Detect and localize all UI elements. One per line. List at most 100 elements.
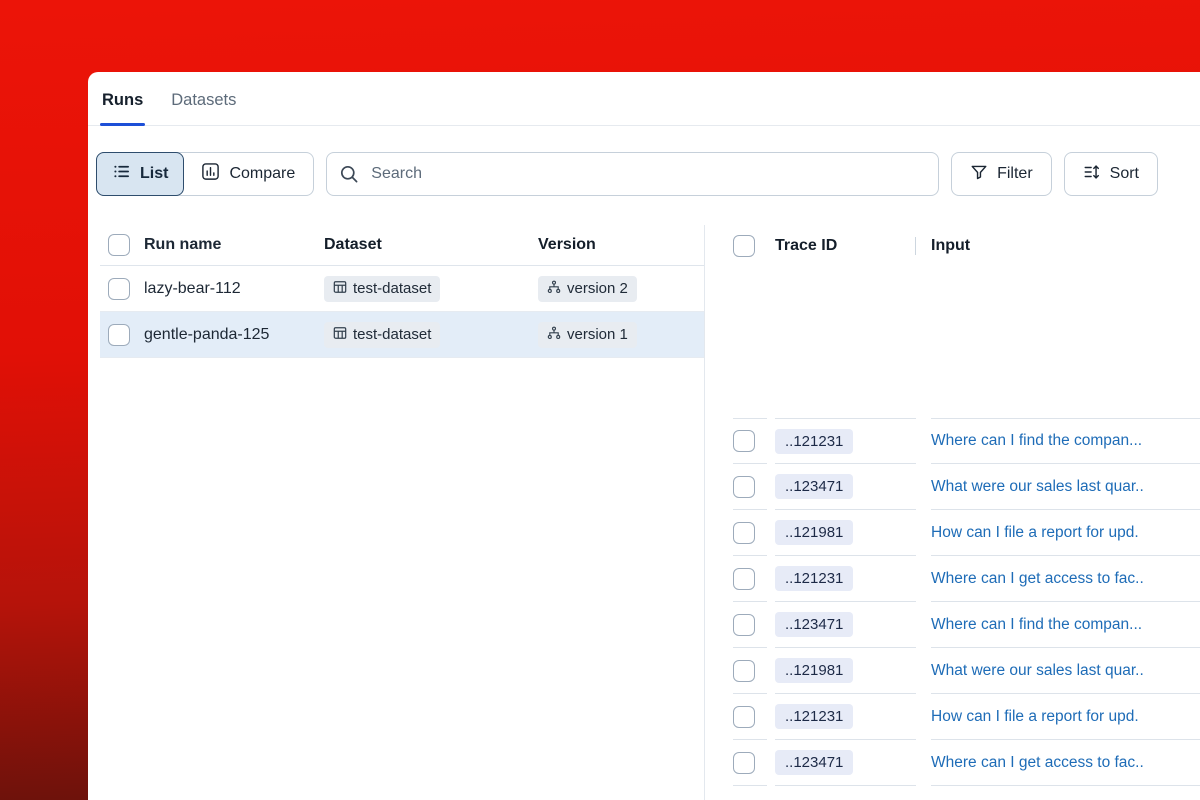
row-checkbox[interactable]	[733, 568, 755, 590]
row-checkbox[interactable]	[733, 752, 755, 774]
version-cell: version 1	[538, 322, 704, 348]
version-tag-label: version 1	[567, 326, 628, 343]
row-checkbox[interactable]	[108, 278, 130, 300]
search-box	[326, 152, 939, 196]
trace-input-text[interactable]: Where can I find the compan...	[931, 432, 1200, 450]
trace-input-text[interactable]: What were our sales last quar..	[931, 478, 1200, 496]
dataset-cell: test-dataset	[324, 276, 538, 302]
table-row[interactable]: ..121981 What were our sales last quar..	[733, 648, 1200, 694]
list-view-button[interactable]: List	[96, 152, 184, 196]
dataset-tag[interactable]: test-dataset	[324, 322, 440, 348]
row-checkbox[interactable]	[108, 324, 130, 346]
bar-chart-icon	[201, 162, 220, 186]
row-checkbox-cell	[733, 510, 767, 556]
trace-id-badge: ..123471	[775, 612, 853, 637]
compare-view-button[interactable]: Compare	[183, 153, 313, 195]
search-icon	[339, 164, 359, 184]
trace-id-cell: ..123471	[775, 602, 916, 648]
trace-input-text[interactable]: Where can I find the compan...	[931, 616, 1200, 634]
row-checkbox-cell	[733, 648, 767, 694]
filter-button-label: Filter	[997, 165, 1033, 183]
filter-button[interactable]: Filter	[951, 152, 1052, 196]
sort-button[interactable]: Sort	[1064, 152, 1158, 196]
trace-id-badge: ..121981	[775, 520, 853, 545]
trace-id-badge: ..121231	[775, 566, 853, 591]
trace-input-text[interactable]: Where can I get access to fac..	[931, 570, 1200, 588]
content-area: Run name Dataset Version lazy-bear-112 t…	[88, 225, 1200, 800]
row-checkbox[interactable]	[733, 476, 755, 498]
version-cell: version 2	[538, 276, 704, 302]
list-icon	[112, 162, 131, 186]
version-tag[interactable]: version 2	[538, 276, 637, 302]
trace-input-cell: Where can I find the compan...	[931, 418, 1200, 464]
dataset-tag[interactable]: test-dataset	[324, 276, 440, 302]
trace-id-cell: ..123471	[775, 464, 916, 510]
tab-datasets[interactable]: Datasets	[169, 91, 238, 125]
trace-id-badge: ..123471	[775, 474, 853, 499]
trace-input-cell: Where can I find the compan...	[931, 602, 1200, 648]
column-header-dataset: Dataset	[324, 236, 538, 254]
trace-input-text[interactable]: How can I file a report for upd.	[931, 524, 1200, 542]
table-row[interactable]: ..121981 How can I file a report for upd…	[733, 510, 1200, 556]
row-checkbox-cell	[733, 694, 767, 740]
row-checkbox[interactable]	[733, 522, 755, 544]
row-checkbox[interactable]	[733, 430, 755, 452]
table-row[interactable]: lazy-bear-112 test-dataset	[100, 266, 704, 312]
trace-input-cell: Where can I get access to fac..	[931, 556, 1200, 602]
view-mode-toggle: List Compare	[96, 152, 314, 196]
runs-rows: lazy-bear-112 test-dataset	[100, 266, 704, 358]
trace-input-cell: How can I file a report for upd.	[931, 510, 1200, 556]
trace-id-cell: ..121981	[775, 510, 916, 556]
traces-table: Trace ID Input ..121231 Where can I find…	[705, 225, 1200, 800]
row-checkbox[interactable]	[733, 706, 755, 728]
toolbar: List Compare	[88, 152, 1200, 196]
table-row[interactable]: ..121231 Where can I find the compan...	[733, 418, 1200, 464]
runs-table-header: Run name Dataset Version	[100, 225, 704, 266]
run-name: lazy-bear-112	[144, 280, 324, 298]
versions-icon	[547, 280, 561, 298]
column-header-version: Version	[538, 236, 704, 254]
table-row[interactable]: gentle-panda-125 test-dataset	[100, 312, 704, 358]
dataset-tag-label: test-dataset	[353, 280, 431, 297]
trace-id-badge: ..121231	[775, 704, 853, 729]
row-checkbox-cell	[733, 602, 767, 648]
trace-id-cell: ..121231	[775, 418, 916, 464]
sort-icon	[1083, 163, 1101, 186]
trace-rows: ..121231 Where can I find the compan... …	[733, 418, 1200, 786]
trace-input-cell: What were our sales last quar..	[931, 464, 1200, 510]
select-all-runs-checkbox[interactable]	[108, 234, 130, 256]
version-tag[interactable]: version 1	[538, 322, 637, 348]
sort-button-label: Sort	[1110, 165, 1139, 183]
list-view-label: List	[140, 165, 168, 183]
trace-input-text[interactable]: What were our sales last quar..	[931, 662, 1200, 680]
tab-runs[interactable]: Runs	[100, 91, 145, 125]
trace-id-badge: ..121981	[775, 658, 853, 683]
table-row[interactable]: ..121231 Where can I get access to fac..	[733, 556, 1200, 602]
run-name: gentle-panda-125	[144, 326, 324, 344]
column-divider	[915, 237, 916, 255]
version-tag-label: version 2	[567, 280, 628, 297]
table-row[interactable]: ..123471 Where can I get access to fac..	[733, 740, 1200, 786]
row-checkbox-cell	[100, 278, 144, 300]
trace-input-text[interactable]: How can I file a report for upd.	[931, 708, 1200, 726]
header-checkbox-cell	[100, 234, 144, 256]
row-checkbox-cell	[100, 324, 144, 346]
table-row[interactable]: ..123471 What were our sales last quar..	[733, 464, 1200, 510]
row-checkbox-cell	[733, 464, 767, 510]
row-checkbox-cell	[733, 740, 767, 786]
table-icon	[333, 280, 347, 298]
search-input[interactable]	[326, 152, 939, 196]
trace-id-badge: ..123471	[775, 750, 853, 775]
trace-id-cell: ..121231	[775, 694, 916, 740]
dataset-cell: test-dataset	[324, 322, 538, 348]
table-row[interactable]: ..123471 Where can I find the compan...	[733, 602, 1200, 648]
row-checkbox[interactable]	[733, 614, 755, 636]
versions-icon	[547, 326, 561, 344]
select-all-traces-checkbox[interactable]	[733, 235, 755, 257]
traces-table-header: Trace ID Input	[733, 225, 1200, 266]
row-checkbox[interactable]	[733, 660, 755, 682]
filter-icon	[970, 163, 988, 186]
table-row[interactable]: ..121231 How can I file a report for upd…	[733, 694, 1200, 740]
trace-input-text[interactable]: Where can I get access to fac..	[931, 754, 1200, 772]
tab-bar: Runs Datasets	[88, 72, 1200, 126]
